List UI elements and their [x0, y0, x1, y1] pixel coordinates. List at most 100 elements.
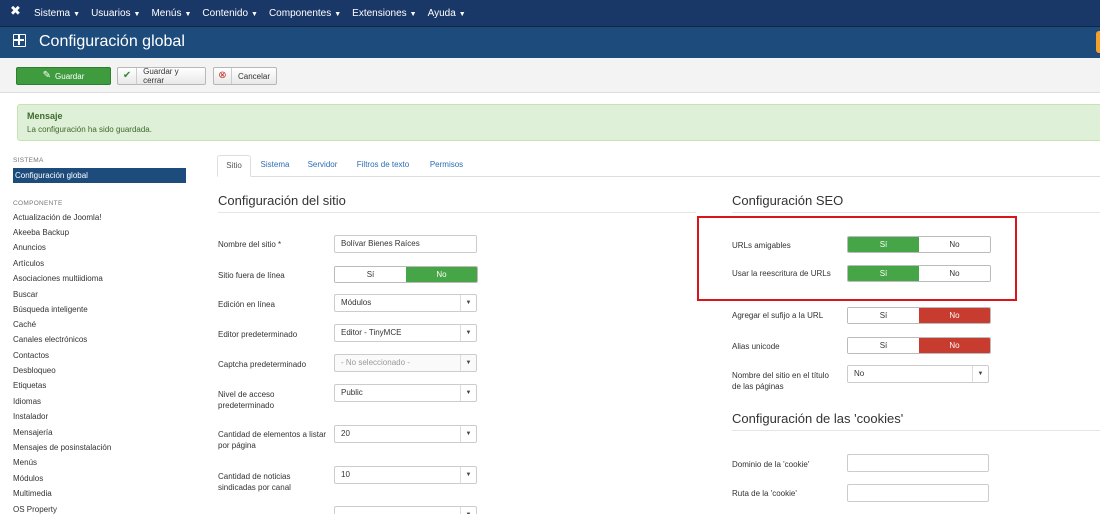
- chevron-down-icon: ▼: [460, 385, 476, 401]
- chevron-down-icon: ▼: [460, 426, 476, 442]
- tab-servidor[interactable]: Servidor: [300, 155, 345, 177]
- suffix-label: Agregar el sufijo a la URL: [732, 311, 824, 320]
- tab-sistema[interactable]: Sistema: [255, 155, 295, 177]
- save-button[interactable]: ✎ Guardar: [16, 67, 111, 85]
- toolbar: ✎ Guardar ✔ Guardar y cerrar ⊗ Cancelar: [0, 58, 1100, 93]
- partial-select[interactable]: ▼: [334, 506, 477, 514]
- highlight-box: [697, 216, 1017, 301]
- cancel-icon: ⊗: [214, 68, 232, 84]
- grid-icon: [13, 34, 26, 47]
- joomla-x-icon[interactable]: ✖: [10, 4, 21, 19]
- cookie-path-label: Ruta de la 'cookie': [732, 489, 797, 498]
- success-alert: Mensaje La configuración ha sido guardad…: [17, 104, 1100, 141]
- divider: [732, 212, 1100, 213]
- cancel-button[interactable]: ⊗ Cancelar: [213, 67, 277, 85]
- tab-sitio[interactable]: Sitio: [217, 155, 251, 177]
- top-menubar: ✖ Sistema ▼ Usuarios ▼ Menús ▼ Contenido ▼ C…: [0, 0, 1100, 27]
- edit-icon: ✎: [42, 70, 52, 81]
- captcha-label: Captcha predeterminado: [218, 360, 307, 369]
- editor-select[interactable]: Editor - TinyMCE ▼: [334, 324, 477, 342]
- menu-menus[interactable]: Menús ▼: [151, 8, 191, 19]
- sidebar-item[interactable]: Menús: [13, 458, 37, 467]
- unicode-yes[interactable]: Sí: [848, 338, 919, 353]
- menu-ayuda[interactable]: Ayuda ▼: [428, 8, 466, 19]
- cookie-domain-label: Dominio de la 'cookie': [732, 460, 810, 469]
- check-icon: ✔: [118, 68, 138, 84]
- suffix-no[interactable]: No: [919, 308, 990, 323]
- tab-bar: Sitio Sistema Servidor Filtros de texto …: [217, 155, 1100, 177]
- sidebar-item[interactable]: Desbloqueo: [13, 366, 56, 375]
- inline-edit-select[interactable]: Módulos ▼: [334, 294, 477, 312]
- sidebar-item[interactable]: Asociaciones multiidioma: [13, 274, 103, 283]
- access-label: Nivel de acceso predeterminado: [218, 390, 275, 410]
- list-limit-label: Cantidad de elementos a listar por págin…: [218, 430, 327, 450]
- sidebar-item[interactable]: Caché: [13, 320, 36, 329]
- access-select[interactable]: Public ▼: [334, 384, 477, 402]
- offline-yes[interactable]: Sí: [335, 267, 406, 282]
- divider: [218, 212, 696, 213]
- joomla-brand-icon: [1096, 31, 1100, 53]
- page-title: Configuración global: [39, 33, 185, 50]
- alert-title: Mensaje: [27, 111, 63, 121]
- unicode-no[interactable]: No: [919, 338, 990, 353]
- menu-list: Sistema ▼ Usuarios ▼ Menús ▼ Contenido ▼ Com…: [34, 0, 477, 27]
- menu-sistema[interactable]: Sistema ▼: [34, 8, 80, 19]
- captcha-select[interactable]: - No seleccionado - ▼: [334, 354, 477, 372]
- editor-label: Editor predeterminado: [218, 330, 298, 339]
- sidebar-item[interactable]: Anuncios: [13, 243, 46, 252]
- cookie-config-title: Configuración de las 'cookies': [732, 411, 904, 426]
- chevron-down-icon: ▼: [972, 366, 988, 382]
- unicode-label: Alias unicode: [732, 342, 780, 351]
- sidebar-heading-component: COMPONENTE: [13, 200, 63, 207]
- feed-limit-label: Cantidad de noticias sindicadas por cana…: [218, 472, 291, 492]
- save-close-button[interactable]: ✔ Guardar y cerrar: [117, 67, 206, 85]
- sidebar-item[interactable]: Multimedia: [13, 489, 52, 498]
- title-bar: Configuración global: [0, 27, 1100, 58]
- chevron-down-icon: ▼: [460, 325, 476, 341]
- tab-permisos[interactable]: Permisos: [424, 155, 469, 177]
- menu-extensiones[interactable]: Extensiones ▼: [352, 8, 416, 19]
- chevron-down-icon: ▼: [460, 355, 476, 371]
- inline-edit-label: Edición en línea: [218, 300, 275, 309]
- feed-limit-select[interactable]: 10 ▼: [334, 466, 477, 484]
- menu-componentes[interactable]: Componentes ▼: [269, 8, 341, 19]
- divider: [732, 430, 1100, 431]
- cookie-domain-input[interactable]: [847, 454, 989, 472]
- list-limit-select[interactable]: 20 ▼: [334, 425, 477, 443]
- sidebar-item[interactable]: Artículos: [13, 259, 44, 268]
- seo-config-title: Configuración SEO: [732, 193, 844, 208]
- sidebar-item[interactable]: Etiquetas: [13, 381, 46, 390]
- suffix-yes[interactable]: Sí: [848, 308, 919, 323]
- site-name-label: Nombre del sitio *: [218, 240, 282, 249]
- sidebar-item[interactable]: Módulos: [13, 474, 43, 483]
- offline-toggle[interactable]: Sí No: [334, 266, 478, 283]
- site-name-input[interactable]: Bolívar Bienes Raíces: [334, 235, 477, 253]
- sidebar-item[interactable]: Idiomas: [13, 397, 41, 406]
- sidebar-item-global-config[interactable]: Configuración global: [13, 168, 186, 183]
- menu-usuarios[interactable]: Usuarios ▼: [91, 8, 140, 19]
- sidebar-item[interactable]: Canales electrónicos: [13, 335, 87, 344]
- sitename-pagetitles-select[interactable]: No ▼: [847, 365, 989, 383]
- site-config-title: Configuración del sitio: [218, 193, 346, 208]
- offline-no[interactable]: No: [406, 267, 477, 282]
- sitename-pagetitles-label: Nombre del sitio en el título de las pág…: [732, 371, 829, 391]
- sidebar-item[interactable]: Búsqueda inteligente: [13, 305, 88, 314]
- sidebar-item[interactable]: Mensajes de posinstalación: [13, 443, 111, 452]
- menu-contenido[interactable]: Contenido ▼: [202, 8, 258, 19]
- chevron-down-icon: ▼: [460, 295, 476, 311]
- offline-label: Sitio fuera de línea: [218, 271, 285, 280]
- sidebar-item[interactable]: Actualización de Joomla!: [13, 213, 102, 222]
- cookie-path-input[interactable]: [847, 484, 989, 502]
- chevron-down-icon: ▼: [460, 507, 476, 514]
- suffix-toggle[interactable]: Sí No: [847, 307, 991, 324]
- sidebar-item[interactable]: Akeeba Backup: [13, 228, 69, 237]
- sidebar-item[interactable]: Buscar: [13, 290, 38, 299]
- tab-filtros[interactable]: Filtros de texto: [348, 155, 418, 177]
- sidebar-item[interactable]: Contactos: [13, 351, 49, 360]
- sidebar-heading-system: SISTEMA: [13, 157, 44, 164]
- sidebar-item[interactable]: OS Property: [13, 505, 57, 514]
- sidebar-item[interactable]: Mensajería: [13, 428, 53, 437]
- unicode-toggle[interactable]: Sí No: [847, 337, 991, 354]
- sidebar-item[interactable]: Instalador: [13, 412, 48, 421]
- chevron-down-icon: ▼: [460, 467, 476, 483]
